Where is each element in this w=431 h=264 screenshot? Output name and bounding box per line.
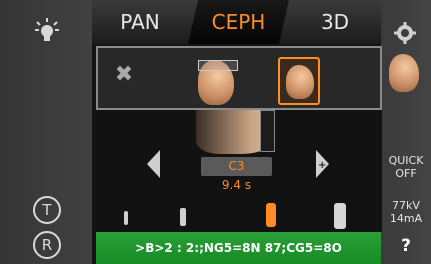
sensor-bar <box>260 110 275 152</box>
tab-bar: PAN CEPH 3D <box>92 0 381 44</box>
status-bar: >B>2 : 2:;NG5=8N 87;CG5=8O <box>96 232 381 264</box>
ceph-crop-frame <box>198 60 238 71</box>
plus-icon: + <box>318 160 327 171</box>
ma-value: 14mA <box>389 212 423 225</box>
help-button[interactable]: ? <box>381 236 431 256</box>
exposure-time: 9.4 s <box>221 178 252 192</box>
gear-icon[interactable] <box>394 22 416 44</box>
head-thumbnail-icon[interactable] <box>389 54 419 92</box>
t-button[interactable]: T <box>33 196 61 224</box>
selected-thumbnail[interactable] <box>278 57 320 105</box>
r-button[interactable]: R <box>33 231 61 259</box>
tab-pan[interactable]: PAN <box>92 0 188 44</box>
kv-value: 77kV <box>392 199 420 212</box>
child-small-icon[interactable] <box>124 211 128 225</box>
adult-medium-icon[interactable] <box>266 203 276 227</box>
adult-large-icon[interactable] <box>334 203 346 229</box>
preview-panel <box>96 46 382 110</box>
light-bulb-icon[interactable] <box>33 16 61 44</box>
tab-3d[interactable]: 3D <box>289 0 381 44</box>
tab-ceph[interactable]: CEPH <box>188 0 289 44</box>
quick-mode[interactable]: QUICK OFF <box>381 154 431 180</box>
left-arrow-icon[interactable] <box>147 150 160 178</box>
selection-label: C3 <box>201 157 272 176</box>
child-large-icon[interactable] <box>180 208 186 226</box>
quick-label: QUICK <box>388 154 424 167</box>
exposure-values: 77kV 14mA <box>381 199 431 225</box>
quick-state: OFF <box>395 167 417 180</box>
close-icon[interactable]: ✖ <box>111 60 137 90</box>
head-thumbnail <box>286 65 314 99</box>
